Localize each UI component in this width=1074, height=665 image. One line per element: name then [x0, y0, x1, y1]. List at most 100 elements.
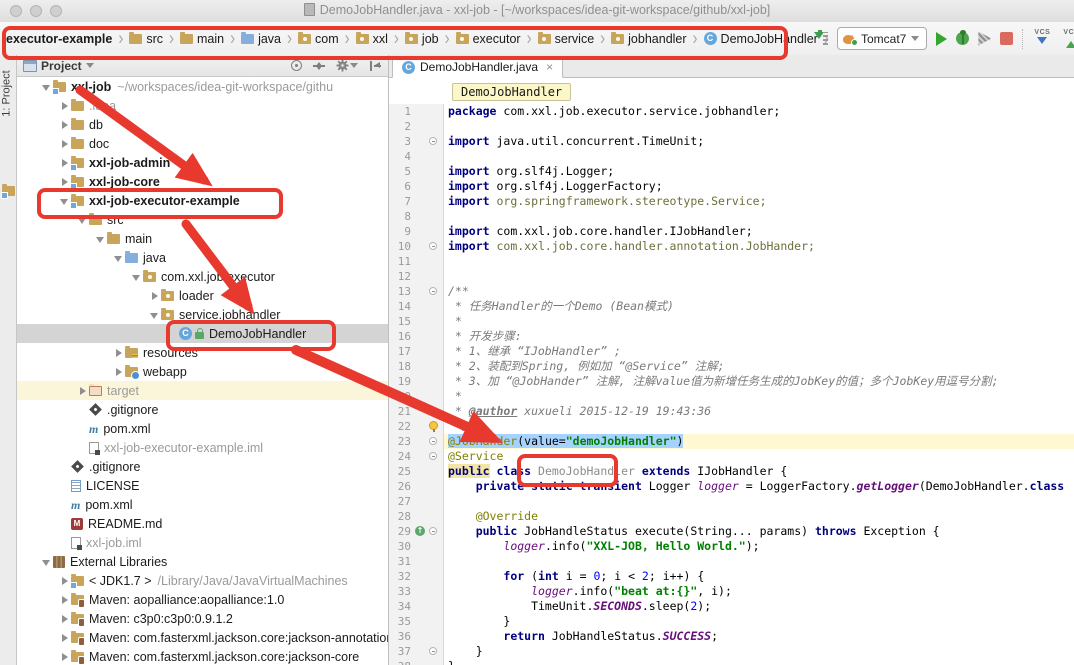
code-line-33[interactable]: 33 logger.info("beat at:{}", i); [389, 584, 1074, 599]
code-line-29[interactable]: 29↑ public JobHandleStatus execute(Strin… [389, 524, 1074, 539]
breadcrumb-item-service[interactable]: service [536, 31, 597, 47]
code-line-11[interactable]: 11 [389, 254, 1074, 269]
tree-row-xxl-job[interactable]: xxl-job~/workspaces/idea-git-workspace/g… [17, 77, 388, 96]
fold-icon[interactable] [429, 647, 437, 655]
code-line-3[interactable]: 3import java.util.concurrent.TimeUnit; [389, 134, 1074, 149]
code-line-27[interactable]: 27 [389, 494, 1074, 509]
tree-row-xxl-job-executor-example.iml[interactable]: xxl-job-executor-example.iml [17, 438, 388, 457]
code-line-9[interactable]: 9import com.xxl.job.core.handler.IJobHan… [389, 224, 1074, 239]
breadcrumb-item-java[interactable]: java [239, 31, 283, 47]
tree-row-pom.xml[interactable]: mpom.xml [17, 419, 388, 438]
vcs-update-button[interactable]: VCS [1032, 29, 1052, 49]
fold-icon[interactable] [429, 287, 437, 295]
fold-icon[interactable] [429, 437, 437, 445]
tree-row-service.jobhandler[interactable]: service.jobhandler [17, 305, 388, 324]
collapse-all-icon[interactable] [369, 60, 382, 72]
close-tab-icon[interactable]: × [546, 60, 553, 74]
expand-down-icon[interactable] [113, 252, 125, 264]
project-tool-icon[interactable] [2, 186, 15, 196]
expand-down-icon[interactable] [59, 195, 71, 207]
tree-row-db[interactable]: db [17, 115, 388, 134]
scroll-down-icon[interactable] [812, 31, 828, 47]
code-line-25[interactable]: 25public class DemoJobHandler extends IJ… [389, 464, 1074, 479]
tree-row-com.xxl.job.executor[interactable]: com.xxl.job.executor [17, 267, 388, 286]
stop-button[interactable] [1000, 32, 1013, 45]
tree-row-.gitignore[interactable]: .gitignore [17, 457, 388, 476]
run-configuration-select[interactable]: Tomcat7 [837, 27, 927, 50]
breadcrumb-item-com[interactable]: com [296, 31, 341, 47]
run-button[interactable] [936, 32, 947, 46]
expand-right-icon[interactable] [59, 119, 71, 131]
expand-right-icon[interactable] [59, 613, 71, 625]
code-line-7[interactable]: 7import org.springframework.stereotype.S… [389, 194, 1074, 209]
expand-right-icon[interactable] [59, 575, 71, 587]
tree-row-doc[interactable]: doc [17, 134, 388, 153]
tree-row-xxl-job-executor-example[interactable]: xxl-job-executor-example [17, 191, 388, 210]
code-line-6[interactable]: 6import org.slf4j.LoggerFactory; [389, 179, 1074, 194]
tree-row-readme.md[interactable]: MREADME.md [17, 514, 388, 533]
code-line-13[interactable]: 13/** [389, 284, 1074, 299]
expand-right-icon[interactable] [59, 594, 71, 606]
editor-breadcrumb-chip[interactable]: DemoJobHandler [452, 83, 571, 101]
code-line-38[interactable]: 38} [389, 659, 1074, 665]
chevron-down-icon[interactable] [86, 63, 94, 72]
tree-row-external-libraries[interactable]: External Libraries [17, 552, 388, 571]
code-line-2[interactable]: 2 [389, 119, 1074, 134]
expand-right-icon[interactable] [59, 176, 71, 188]
code-line-22[interactable]: 22 */ [389, 419, 1074, 434]
expand-down-icon[interactable] [41, 556, 53, 568]
code-line-32[interactable]: 32 for (int i = 0; i < 2; i++) { [389, 569, 1074, 584]
tree-row-maven-com.fasterxml.jackson.core-jackson-annotations[interactable]: Maven: com.fasterxml.jackson.core:jackso… [17, 628, 388, 647]
code-line-37[interactable]: 37 } [389, 644, 1074, 659]
settings-gear-icon[interactable] [336, 59, 358, 72]
project-panel-title[interactable]: Project [41, 59, 82, 73]
tree-row-xxl-job.iml[interactable]: xxl-job.iml [17, 533, 388, 552]
expand-down-icon[interactable] [95, 233, 107, 245]
tree-row-.idea[interactable]: .idea [17, 96, 388, 115]
tree-row-maven-c3p0-c3p0-0.9.1.2[interactable]: Maven: c3p0:c3p0:0.9.1.2 [17, 609, 388, 628]
locate-file-icon[interactable] [291, 60, 302, 71]
tree-row-license[interactable]: LICENSE [17, 476, 388, 495]
code-line-30[interactable]: 30 logger.info("XXL-JOB, Hello World."); [389, 539, 1074, 554]
expand-right-icon[interactable] [59, 632, 71, 644]
expand-down-icon[interactable] [149, 309, 161, 321]
code-line-14[interactable]: 14 * 任务Handler的一个Demo (Bean模式) [389, 299, 1074, 314]
expand-right-icon[interactable] [59, 100, 71, 112]
code-line-28[interactable]: 28 @Override [389, 509, 1074, 524]
code-line-15[interactable]: 15 * [389, 314, 1074, 329]
breadcrumb-item-executor-example[interactable]: executor-example [4, 31, 114, 47]
code-line-17[interactable]: 17 * 1、继承 “IJobHandler” ; [389, 344, 1074, 359]
code-line-1[interactable]: 1package com.xxl.job.executor.service.jo… [389, 104, 1074, 119]
expand-right-icon[interactable] [77, 385, 89, 397]
code-line-12[interactable]: 12 [389, 269, 1074, 284]
breadcrumb-item-demojobhandler[interactable]: CDemoJobHandler [702, 31, 820, 47]
tree-row-java[interactable]: java [17, 248, 388, 267]
code-line-20[interactable]: 20 * [389, 389, 1074, 404]
code-line-4[interactable]: 4 [389, 149, 1074, 164]
run-with-coverage-button[interactable] [978, 32, 991, 46]
breadcrumb-item-src[interactable]: src [127, 31, 165, 47]
code-line-18[interactable]: 18 * 2、装配到Spring, 例如加 “@Service” 注解; [389, 359, 1074, 374]
tree-row-resources[interactable]: resources [17, 343, 388, 362]
fold-icon[interactable] [429, 242, 437, 250]
tree-row--jdk1.7-[interactable]: < JDK1.7 >/Library/Java/JavaVirtualMachi… [17, 571, 388, 590]
code-line-23[interactable]: 23@JobHander(value="demoJobHandler") [389, 434, 1074, 449]
intention-bulb-icon[interactable] [429, 421, 438, 430]
tree-row-webapp[interactable]: webapp [17, 362, 388, 381]
tree-row-pom.xml[interactable]: mpom.xml [17, 495, 388, 514]
tree-row-maven-com.fasterxml.jackson.core-jackson-core[interactable]: Maven: com.fasterxml.jackson.core:jackso… [17, 647, 388, 665]
breadcrumb-item-executor[interactable]: executor [454, 31, 523, 47]
expand-right-icon[interactable] [59, 138, 71, 150]
code-line-36[interactable]: 36 return JobHandleStatus.SUCCESS; [389, 629, 1074, 644]
code-line-10[interactable]: 10import com.xxl.job.core.handler.annota… [389, 239, 1074, 254]
code-line-16[interactable]: 16 * 开发步骤: [389, 329, 1074, 344]
tree-row-loader[interactable]: loader [17, 286, 388, 305]
vcs-commit-button[interactable]: VCS [1061, 29, 1074, 49]
tree-row-.gitignore[interactable]: .gitignore [17, 400, 388, 419]
expand-right-icon[interactable] [59, 157, 71, 169]
code-line-26[interactable]: 26 private static transient Logger logge… [389, 479, 1074, 494]
editor-tab[interactable]: C DemoJobHandler.java × [392, 56, 563, 78]
breadcrumb-item-main[interactable]: main [178, 31, 226, 47]
code-line-8[interactable]: 8 [389, 209, 1074, 224]
code-area[interactable]: 1package com.xxl.job.executor.service.jo… [389, 104, 1074, 665]
